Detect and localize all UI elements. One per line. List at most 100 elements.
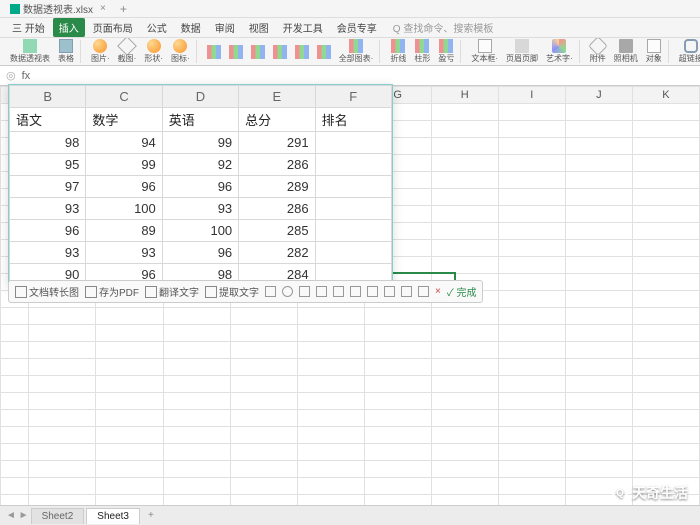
cell[interactable] <box>632 342 699 359</box>
menu-item-4[interactable]: 数据 <box>175 18 207 37</box>
cell[interactable] <box>163 427 230 444</box>
shape-tool-pen[interactable] <box>333 286 344 297</box>
cell[interactable] <box>498 359 565 376</box>
cell[interactable] <box>498 104 565 121</box>
cell[interactable] <box>96 444 163 461</box>
hyperlink-button[interactable]: 超链接 <box>676 38 700 65</box>
cell[interactable] <box>632 325 699 342</box>
cell[interactable] <box>364 325 431 342</box>
cell[interactable] <box>364 376 431 393</box>
chart-area-button[interactable] <box>270 44 290 60</box>
save-pdf-button[interactable]: 存为PDF <box>85 284 139 299</box>
cell[interactable] <box>632 189 699 206</box>
cell[interactable] <box>163 376 230 393</box>
cell[interactable] <box>498 257 565 274</box>
cell[interactable] <box>364 478 431 495</box>
shape-tool-circle[interactable] <box>282 286 293 297</box>
add-sheet-button[interactable]: + <box>142 510 160 521</box>
cell[interactable] <box>297 478 364 495</box>
cell[interactable] <box>565 189 632 206</box>
cell[interactable] <box>96 359 163 376</box>
cell[interactable] <box>565 410 632 427</box>
cell[interactable] <box>297 393 364 410</box>
cell[interactable] <box>498 223 565 240</box>
cell[interactable] <box>364 444 431 461</box>
cell[interactable] <box>431 393 498 410</box>
shape-tool-brush[interactable] <box>418 286 429 297</box>
cell[interactable] <box>431 342 498 359</box>
cell[interactable] <box>1 325 29 342</box>
cell[interactable] <box>431 427 498 444</box>
cell[interactable] <box>498 444 565 461</box>
cell[interactable] <box>364 410 431 427</box>
chart-line-button[interactable] <box>226 44 246 60</box>
cell[interactable] <box>163 410 230 427</box>
cell[interactable] <box>230 427 297 444</box>
cell[interactable] <box>230 342 297 359</box>
picture-button[interactable]: 图片· <box>88 38 113 65</box>
cell[interactable] <box>431 410 498 427</box>
cell[interactable] <box>632 308 699 325</box>
cell[interactable] <box>29 376 96 393</box>
cell[interactable] <box>431 308 498 325</box>
cell[interactable] <box>96 325 163 342</box>
cell[interactable] <box>96 461 163 478</box>
cell[interactable] <box>632 206 699 223</box>
cell[interactable] <box>297 359 364 376</box>
cell[interactable] <box>29 427 96 444</box>
cell[interactable] <box>1 478 29 495</box>
cell[interactable] <box>565 274 632 291</box>
camera-button[interactable]: 照相机 <box>611 38 641 65</box>
translate-button[interactable]: 翻译文字 <box>145 284 199 299</box>
cell[interactable] <box>230 325 297 342</box>
cell[interactable] <box>632 104 699 121</box>
cell[interactable] <box>297 325 364 342</box>
cell[interactable] <box>565 172 632 189</box>
cell[interactable] <box>230 359 297 376</box>
col-header-H[interactable]: H <box>431 87 498 104</box>
chart-scatter-button[interactable] <box>292 44 312 60</box>
new-tab-button[interactable]: + <box>120 2 127 16</box>
cell[interactable] <box>632 359 699 376</box>
cell[interactable] <box>96 393 163 410</box>
cell[interactable] <box>632 172 699 189</box>
cell[interactable] <box>565 240 632 257</box>
cell[interactable] <box>431 121 498 138</box>
cell[interactable] <box>431 155 498 172</box>
cell[interactable] <box>230 393 297 410</box>
cell[interactable] <box>29 410 96 427</box>
cell[interactable] <box>163 444 230 461</box>
cell[interactable] <box>29 325 96 342</box>
cell[interactable] <box>431 223 498 240</box>
cell[interactable] <box>498 308 565 325</box>
cell[interactable] <box>364 393 431 410</box>
pivot-table-button[interactable]: 数据透视表 <box>7 38 53 65</box>
cell[interactable] <box>96 478 163 495</box>
sheet-nav[interactable]: ◄ ► <box>6 510 29 521</box>
cell[interactable] <box>498 325 565 342</box>
cell[interactable] <box>230 444 297 461</box>
cell[interactable] <box>96 376 163 393</box>
cell[interactable] <box>632 444 699 461</box>
col-header-J[interactable]: J <box>565 87 632 104</box>
cell[interactable] <box>96 427 163 444</box>
cell[interactable] <box>498 478 565 495</box>
col-header-K[interactable]: K <box>632 87 699 104</box>
shapes-button[interactable]: 形状· <box>141 38 166 65</box>
cell[interactable] <box>431 359 498 376</box>
cell[interactable] <box>96 410 163 427</box>
cell[interactable] <box>431 138 498 155</box>
cell[interactable] <box>498 172 565 189</box>
cell[interactable] <box>498 427 565 444</box>
sheet-tab-Sheet2[interactable]: Sheet2 <box>31 508 85 524</box>
cell[interactable] <box>163 478 230 495</box>
sheet-tab-Sheet3[interactable]: Sheet3 <box>86 508 140 524</box>
cell[interactable] <box>29 342 96 359</box>
cell[interactable] <box>431 376 498 393</box>
chart-more-button[interactable] <box>314 44 334 60</box>
cell[interactable] <box>230 478 297 495</box>
cell[interactable] <box>431 206 498 223</box>
cell[interactable] <box>565 104 632 121</box>
icons-button[interactable]: 图标· <box>168 38 193 65</box>
cell[interactable] <box>632 291 699 308</box>
